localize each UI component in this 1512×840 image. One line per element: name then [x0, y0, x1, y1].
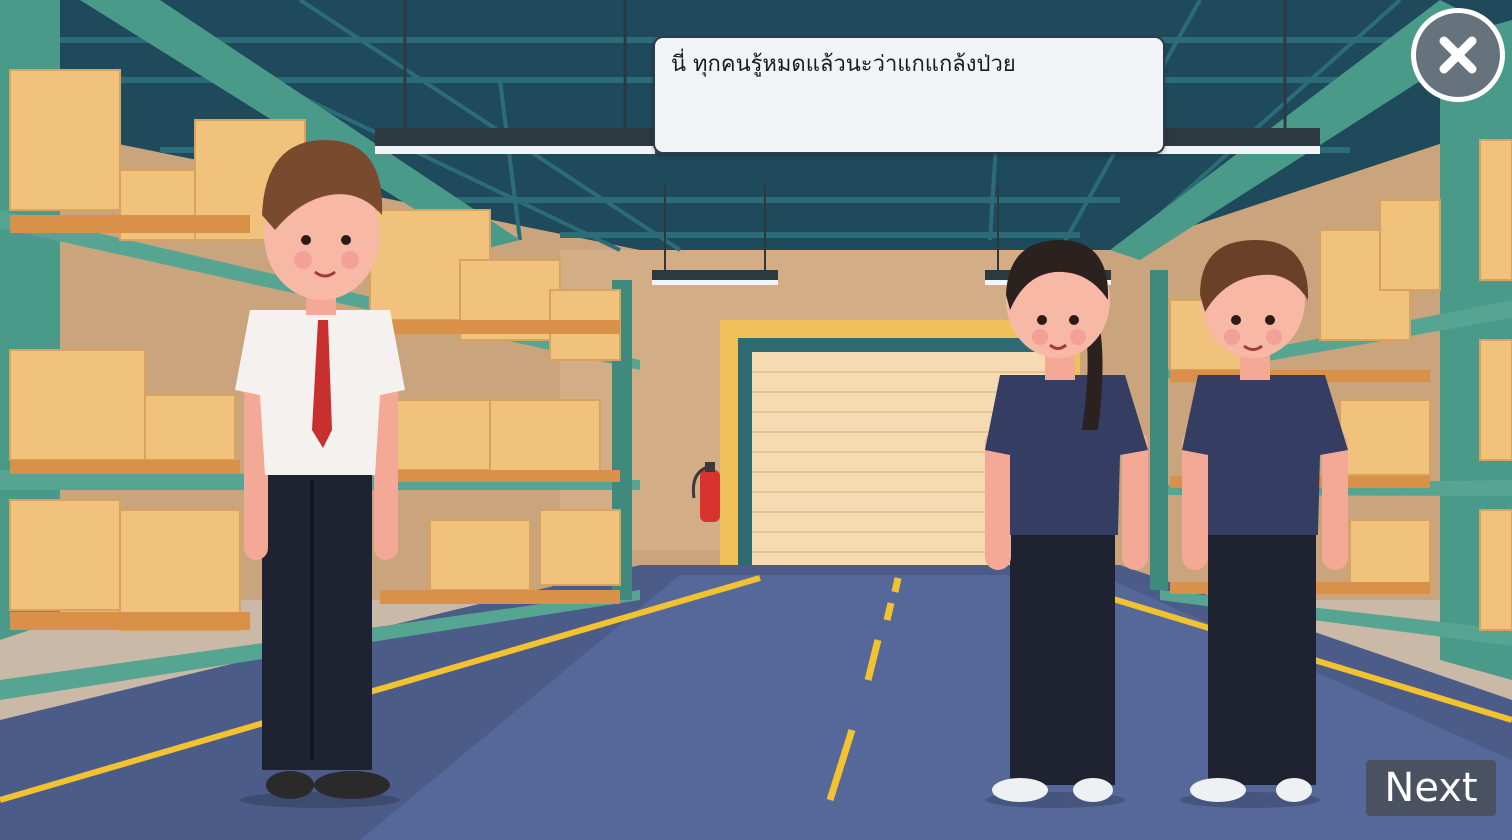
game-stage: นี่ ทุกคนรู้หมดแล้วนะว่าแกแกล้งป่วย Next: [0, 0, 1512, 840]
close-icon: [1439, 36, 1477, 74]
close-button[interactable]: [1411, 8, 1505, 102]
dialog-box: นี่ ทุกคนรู้หมดแล้วนะว่าแกแกล้งป่วย: [653, 36, 1165, 154]
next-button[interactable]: Next: [1366, 760, 1496, 816]
dialog-text: นี่ ทุกคนรู้หมดแล้วนะว่าแกแกล้งป่วย: [671, 52, 1016, 77]
